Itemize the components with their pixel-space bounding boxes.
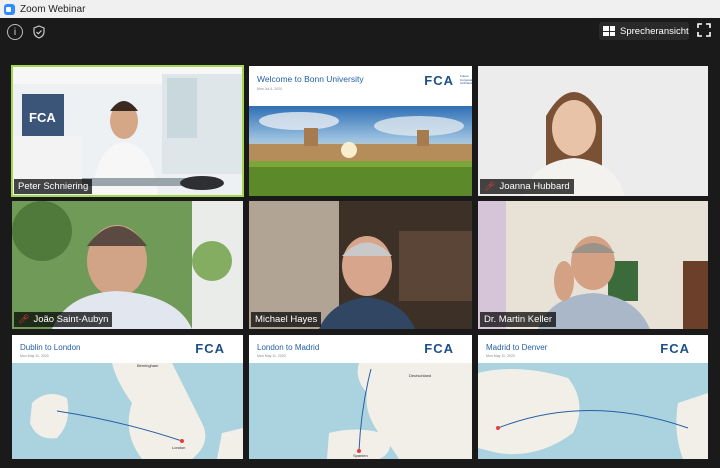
fca-logo-caption: Future Corporate Architects: [460, 74, 472, 85]
fullscreen-icon[interactable]: [697, 23, 711, 37]
participant-name: João Saint-Aubyn: [33, 314, 109, 325]
slide-title: London to Madrid: [257, 343, 320, 352]
map-london-madrid: Deutschland Spanien: [249, 363, 472, 459]
participant-name: Joanna Hubbard: [499, 181, 570, 192]
speaker-view-button[interactable]: Sprecheransicht: [599, 22, 689, 40]
muted-mic-icon: 🎤︎: [484, 181, 496, 191]
map-label: London: [172, 445, 185, 450]
participant-video: [12, 201, 243, 329]
participant-name-tag: 🎤︎ Joanna Hubbard: [480, 179, 574, 194]
video-tile-martin-keller[interactable]: Dr. Martin Keller: [478, 201, 708, 329]
slide-date: Mon May 11, 2020: [257, 354, 286, 358]
shield-icon[interactable]: [31, 24, 47, 40]
gallery-grid-icon: [603, 26, 615, 36]
slide-title: Madrid to Denver: [486, 343, 548, 352]
participant-video: FCA: [12, 66, 243, 196]
fca-logo: FCA: [424, 73, 454, 88]
slide-header: Madrid to Denver Mon May 11, 2020 FCA: [478, 335, 708, 363]
participant-video: [478, 201, 708, 329]
map-dublin-london: Birmingham London: [12, 363, 243, 459]
participant-name-tag: Michael Hayes: [251, 312, 322, 327]
slide-title: Welcome to Bonn University: [257, 74, 364, 84]
participant-name-tag: 🎤︎ João Saint-Aubyn: [14, 312, 113, 327]
participant-name: Peter Schniering: [18, 181, 89, 192]
fca-logo: FCA: [424, 341, 454, 356]
map-label: Deutschland: [409, 373, 431, 378]
title-bar: Zoom Webinar: [0, 0, 720, 18]
speaker-view-label: Sprecheransicht: [620, 25, 689, 37]
map-label: Spanien: [353, 453, 368, 458]
fca-logo: FCA: [660, 341, 690, 356]
fca-logo: FCA: [195, 341, 225, 356]
video-tile-joanna-hubbard[interactable]: 🎤︎ Joanna Hubbard: [478, 66, 708, 196]
slide-header: London to Madrid Mon May 11, 2020 FCA: [249, 335, 472, 363]
participant-name: Dr. Martin Keller: [484, 314, 553, 325]
video-tile-michael-hayes[interactable]: Michael Hayes: [249, 201, 472, 329]
zoom-app-icon: [4, 3, 15, 15]
participant-name: Michael Hayes: [255, 314, 318, 325]
shared-slide-bonn: Welcome to Bonn University Mon Jul 4, 20…: [249, 66, 472, 196]
svg-text:FCA: FCA: [29, 110, 56, 125]
shared-slide-london-madrid: London to Madrid Mon May 11, 2020 FCA De…: [249, 335, 472, 459]
slide-date: Mon Jul 4, 2020: [257, 87, 282, 91]
window-title: Zoom Webinar: [20, 3, 86, 15]
participant-name-tag: Dr. Martin Keller: [480, 312, 557, 327]
muted-mic-icon: 🎤︎: [18, 314, 30, 324]
video-tile-peter-schniering[interactable]: FCA Peter Schniering: [11, 65, 244, 197]
map-madrid-denver: [478, 363, 708, 459]
video-tile-joao-saint-aubyn[interactable]: 🎤︎ João Saint-Aubyn: [12, 201, 243, 329]
bonn-university-photo: [249, 106, 472, 196]
participant-video: [478, 66, 708, 196]
slide-header: Welcome to Bonn University Mon Jul 4, 20…: [249, 66, 472, 106]
participant-name-tag: Peter Schniering: [14, 179, 93, 194]
shared-slide-dublin-london: Dublin to London Mon May 11, 2020 FCA Bi…: [12, 335, 243, 459]
slide-header: Dublin to London Mon May 11, 2020 FCA: [12, 335, 243, 363]
slide-date: Mon May 11, 2020: [486, 354, 515, 358]
slide-title: Dublin to London: [20, 343, 81, 352]
participant-video: [249, 201, 472, 329]
shared-slide-madrid-denver: Madrid to Denver Mon May 11, 2020 FCA: [478, 335, 708, 459]
map-label: Birmingham: [137, 363, 159, 368]
slide-date: Mon May 11, 2020: [20, 354, 49, 358]
info-icon[interactable]: i: [7, 24, 23, 40]
